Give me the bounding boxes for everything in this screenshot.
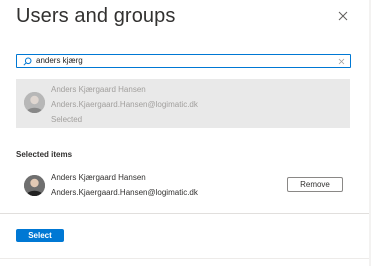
close-button[interactable] xyxy=(334,7,352,25)
users-and-groups-panel: Users and groups anders kjærg Anders Kjæ… xyxy=(0,0,371,266)
select-button[interactable]: Select xyxy=(16,229,64,242)
panel-title: Users and groups xyxy=(16,5,176,27)
remove-button[interactable]: Remove xyxy=(287,177,343,192)
close-icon xyxy=(338,11,348,21)
result-status: Selected xyxy=(51,115,83,124)
avatar xyxy=(24,92,45,113)
result-email: Anders.Kjaergaard.Hansen@logimatic.dk xyxy=(51,100,198,109)
clear-search-icon[interactable] xyxy=(335,58,347,65)
footer-divider xyxy=(0,213,371,214)
avatar xyxy=(24,175,45,196)
result-name: Anders Kjærgaard Hansen xyxy=(51,85,146,94)
bottom-divider xyxy=(0,258,371,259)
selected-items-heading: Selected items xyxy=(16,150,73,159)
search-input[interactable]: anders kjærg xyxy=(16,54,351,68)
search-icon xyxy=(20,57,34,66)
result-text: Anders Kjærgaard Hansen Anders.Kjaergaar… xyxy=(51,82,198,127)
selected-item-email: Anders.Kjaergaard.Hansen@logimatic.dk xyxy=(51,188,198,197)
search-result-item[interactable]: Anders Kjærgaard Hansen Anders.Kjaergaar… xyxy=(16,79,350,128)
search-value[interactable]: anders kjærg xyxy=(34,55,335,67)
selected-item-text: Anders Kjærgaard Hansen Anders.Kjaergaar… xyxy=(51,170,198,200)
selected-item-name: Anders Kjærgaard Hansen xyxy=(51,173,146,182)
